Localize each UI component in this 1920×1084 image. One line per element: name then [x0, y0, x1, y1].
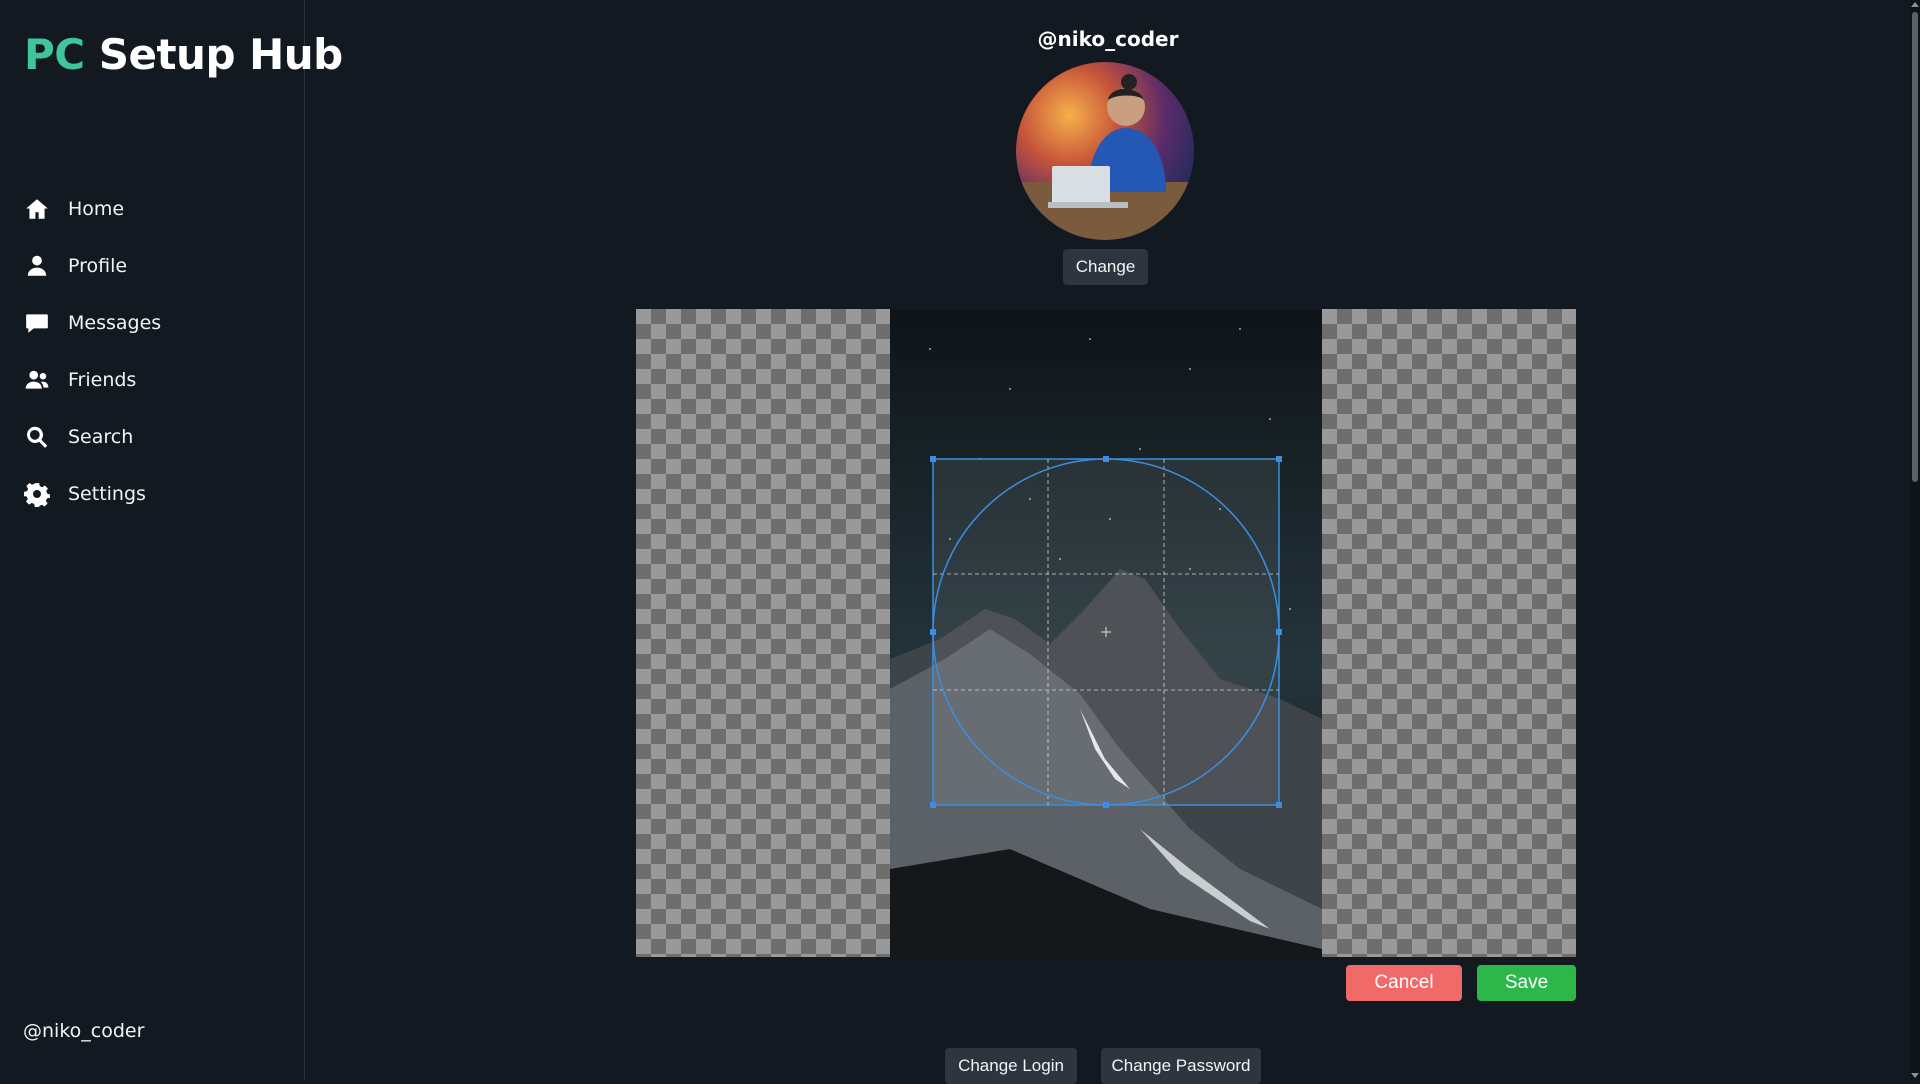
app-logo[interactable]: PC Setup Hub	[24, 30, 343, 79]
sidebar-item-label: Friends	[68, 368, 137, 391]
sidebar-item-profile[interactable]: Profile	[0, 237, 304, 294]
change-avatar-button[interactable]: Change	[1063, 249, 1148, 285]
change-login-button[interactable]: Change Login	[945, 1048, 1077, 1084]
sidebar: PC Setup Hub Home Profile Messages Frien…	[0, 0, 343, 1080]
sidebar-item-home[interactable]: Home	[0, 180, 304, 237]
sidebar-item-friends[interactable]: Friends	[0, 351, 304, 408]
image-cropper[interactable]	[636, 309, 1576, 957]
sidebar-item-label: Home	[68, 197, 125, 220]
sidebar-item-settings[interactable]: Settings	[0, 465, 304, 522]
change-password-button[interactable]: Change Password	[1101, 1048, 1261, 1084]
sidebar-username[interactable]: @niko_coder	[23, 1020, 144, 1042]
page-scrollbar[interactable]	[1910, 0, 1920, 1080]
sidebar-item-label: Messages	[68, 311, 162, 334]
scroll-thumb[interactable]	[1912, 12, 1918, 482]
crop-selection[interactable]	[930, 456, 1282, 808]
sidebar-item-label: Settings	[68, 482, 146, 505]
cancel-button[interactable]: Cancel	[1346, 965, 1462, 1001]
logo-text: Setup Hub	[84, 30, 344, 79]
search-icon	[26, 426, 48, 448]
avatar	[1016, 62, 1194, 240]
sidebar-item-label: Profile	[68, 254, 128, 277]
home-icon	[26, 198, 48, 219]
gear-icon	[24, 482, 50, 507]
scroll-down-icon[interactable]	[1911, 1073, 1919, 1078]
transparent-background	[636, 309, 890, 957]
sidebar-item-label: Search	[68, 425, 134, 448]
sidebar-nav: Home Profile Messages Friends Search Set…	[0, 180, 304, 522]
save-button[interactable]: Save	[1477, 965, 1576, 1001]
transparent-background	[1322, 309, 1576, 957]
message-icon	[26, 313, 48, 333]
scroll-up-icon[interactable]	[1911, 2, 1919, 7]
logo-pc: PC	[24, 30, 85, 79]
avatar-illustration	[1016, 74, 1194, 240]
sidebar-item-messages[interactable]: Messages	[0, 294, 304, 351]
friends-icon	[25, 370, 49, 389]
profile-main: @niko_coder Change Cancel Save Change Lo…	[306, 0, 1910, 1084]
profile-username: @niko_coder	[1037, 27, 1179, 51]
user-icon	[27, 255, 47, 276]
sidebar-item-search[interactable]: Search	[0, 408, 304, 465]
